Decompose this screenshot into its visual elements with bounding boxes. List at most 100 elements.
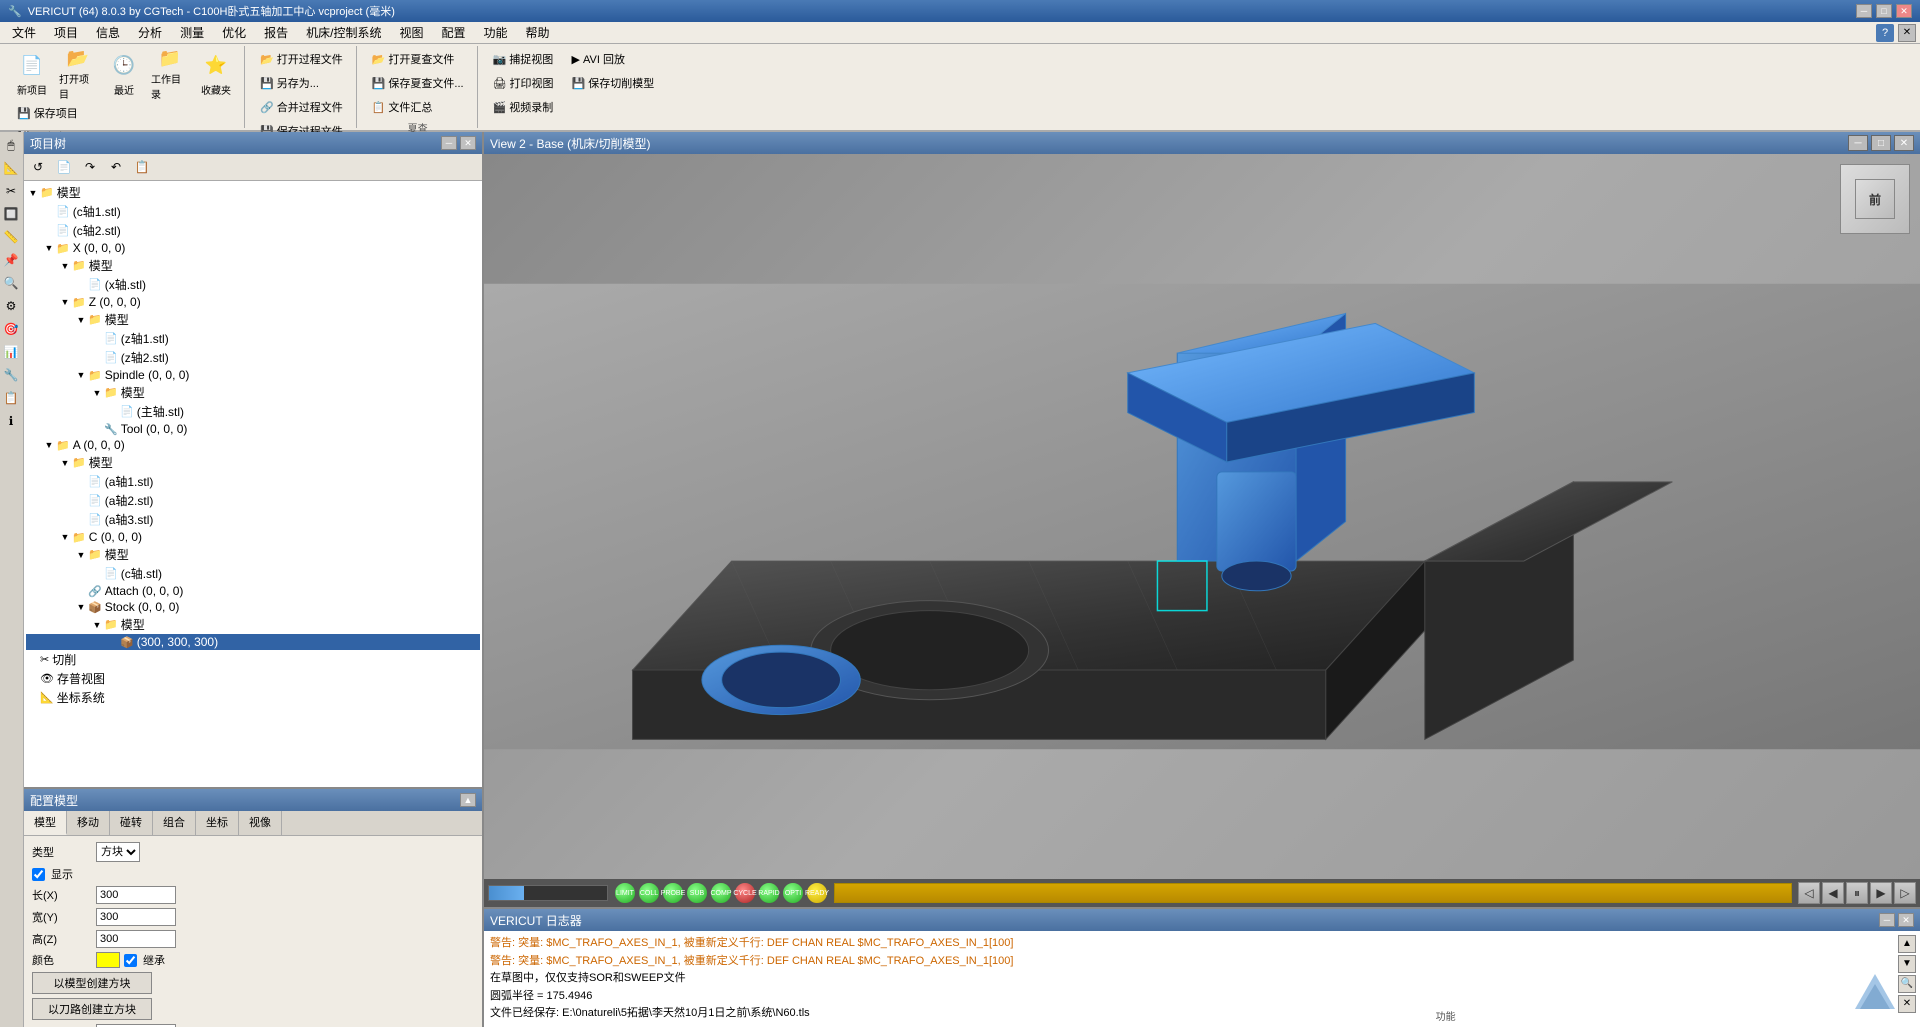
menu-config[interactable]: 配置: [433, 22, 473, 43]
save-cut-model-button[interactable]: 💾 保存切削模型: [565, 72, 662, 94]
viewport-maximize[interactable]: □: [1871, 135, 1891, 151]
tree-btn-4[interactable]: ↶: [104, 156, 128, 178]
viewport-controls[interactable]: ─ □ ✕: [1848, 135, 1914, 151]
window-controls[interactable]: ─ □ ✕: [1856, 4, 1912, 18]
simulation-progress[interactable]: [834, 883, 1792, 903]
pause-button[interactable]: ⏸: [1846, 882, 1868, 904]
close-help-icon[interactable]: ✕: [1898, 24, 1916, 42]
tab-model[interactable]: 模型: [24, 811, 67, 835]
tree-item[interactable]: ▼📁模型: [26, 453, 480, 472]
tree-item[interactable]: ▼📁模型: [26, 183, 480, 202]
sidebar-tool-3[interactable]: ✂: [0, 180, 22, 202]
maximize-button[interactable]: □: [1876, 4, 1892, 18]
tree-item[interactable]: ▼📁模型: [26, 383, 480, 402]
viewport-canvas[interactable]: 前: [484, 154, 1920, 879]
sidebar-tool-13[interactable]: ℹ: [0, 410, 22, 432]
cycle-indicator[interactable]: CYCLE: [734, 882, 756, 904]
tree-item[interactable]: ▼📦Stock (0, 0, 0): [26, 599, 480, 615]
tree-btn-2[interactable]: 📄: [52, 156, 76, 178]
color-swatch[interactable]: [96, 952, 120, 968]
tree-item[interactable]: ▼📁模型: [26, 256, 480, 275]
open-project-button[interactable]: 📂 打开项目: [56, 48, 100, 100]
menu-function[interactable]: 功能: [475, 22, 515, 43]
tab-display[interactable]: 视像: [239, 811, 282, 835]
log-scroll-up[interactable]: ▲: [1898, 935, 1916, 953]
play-button[interactable]: ▶: [1870, 882, 1892, 904]
log-clear[interactable]: ✕: [1898, 995, 1916, 1013]
create-from-toolpath-button[interactable]: 以刀路创建立方块: [32, 998, 152, 1020]
go-end-button[interactable]: ▷: [1894, 882, 1916, 904]
capture-view-button[interactable]: 📷 捕捉视图: [486, 48, 561, 70]
open-process-button[interactable]: 📂 打开过程文件: [253, 48, 350, 70]
menu-project[interactable]: 项目: [46, 22, 86, 43]
rapid-indicator[interactable]: RAPID: [758, 882, 780, 904]
tree-item[interactable]: 📦(300, 300, 300): [26, 634, 480, 650]
tree-item[interactable]: ▼📁模型: [26, 615, 480, 634]
type-select[interactable]: 方块: [96, 842, 140, 862]
tree-item[interactable]: ▼📁A (0, 0, 0): [26, 437, 480, 453]
merge-process-button[interactable]: 🔗 合并过程文件: [253, 96, 350, 118]
tree-item[interactable]: 📄(z轴2.stl): [26, 348, 480, 367]
tree-item[interactable]: 📄(a轴2.stl): [26, 491, 480, 510]
ready-indicator[interactable]: READY: [806, 882, 828, 904]
coll-indicator[interactable]: COLL: [638, 882, 660, 904]
sub-indicator[interactable]: SUB: [686, 882, 708, 904]
menu-report[interactable]: 报告: [256, 22, 296, 43]
tree-item[interactable]: ▼📁X (0, 0, 0): [26, 240, 480, 256]
tree-item[interactable]: 📄(c轴1.stl): [26, 202, 480, 221]
tab-combine[interactable]: 组合: [153, 811, 196, 835]
tree-item[interactable]: ▼📁模型: [26, 545, 480, 564]
save-project-button[interactable]: 💾 保存项目: [10, 102, 85, 124]
recent-button[interactable]: 🕒 最近: [102, 48, 146, 100]
menu-machine[interactable]: 机床/控制系统: [298, 22, 389, 43]
viewport-minimize[interactable]: ─: [1848, 135, 1868, 151]
minimize-button[interactable]: ─: [1856, 4, 1872, 18]
sidebar-tool-12[interactable]: 📋: [0, 387, 22, 409]
sidebar-tool-7[interactable]: 🔍: [0, 272, 22, 294]
tree-item[interactable]: 📄(z轴1.stl): [26, 329, 480, 348]
tree-item[interactable]: 📄(a轴1.stl): [26, 472, 480, 491]
tree-item[interactable]: 📄(c轴2.stl): [26, 221, 480, 240]
sidebar-tool-9[interactable]: 🎯: [0, 318, 22, 340]
menu-file[interactable]: 文件: [4, 22, 44, 43]
tree-btn-3[interactable]: ↷: [78, 156, 102, 178]
create-from-model-button[interactable]: 以模型创建方块: [32, 972, 152, 994]
favorites-button[interactable]: ⭐ 收藏夹: [194, 48, 238, 100]
sidebar-tool-2[interactable]: 📐: [0, 157, 22, 179]
tree-item[interactable]: ▼📁Z (0, 0, 0): [26, 294, 480, 310]
sidebar-tool-11[interactable]: 🔧: [0, 364, 22, 386]
menu-view[interactable]: 视图: [391, 22, 431, 43]
limit-indicator[interactable]: LIMIT: [614, 882, 636, 904]
sidebar-tool-8[interactable]: ⚙: [0, 295, 22, 317]
opti-indicator[interactable]: OPTI: [782, 882, 804, 904]
sidebar-tool-6[interactable]: 📌: [0, 249, 22, 271]
menu-analysis[interactable]: 分析: [130, 22, 170, 43]
viewport-close[interactable]: ✕: [1894, 135, 1914, 151]
show-checkbox[interactable]: [32, 868, 45, 881]
tab-coords[interactable]: 坐标: [196, 811, 239, 835]
print-view-button[interactable]: 🖨 打印视图: [486, 72, 561, 94]
log-close[interactable]: ✕: [1898, 913, 1914, 927]
menu-info[interactable]: 信息: [88, 22, 128, 43]
go-start-button[interactable]: ◁: [1798, 882, 1820, 904]
navigation-cube[interactable]: 前: [1840, 164, 1910, 234]
panel-minimize[interactable]: ─: [441, 136, 457, 150]
tab-move[interactable]: 移动: [67, 811, 110, 835]
probe-indicator[interactable]: PROBE: [662, 882, 684, 904]
menu-help[interactable]: 帮助: [518, 22, 558, 43]
width-input[interactable]: [96, 908, 176, 926]
tree-item[interactable]: 📄(主轴.stl): [26, 402, 480, 421]
tree-item[interactable]: ▼📁Spindle (0, 0, 0): [26, 367, 480, 383]
log-filter[interactable]: 🔍: [1898, 975, 1916, 993]
length-input[interactable]: [96, 886, 176, 904]
tree-item[interactable]: 👁存普视图: [26, 669, 480, 688]
sidebar-tool-1[interactable]: 🖱: [0, 134, 22, 156]
sidebar-tool-4[interactable]: 🔲: [0, 203, 22, 225]
new-project-button[interactable]: 📄 新项目: [10, 48, 54, 100]
sidebar-tool-10[interactable]: 📊: [0, 341, 22, 363]
tree-btn-1[interactable]: ↺: [26, 156, 50, 178]
tree-item[interactable]: 📄(a轴3.stl): [26, 510, 480, 529]
help-icon[interactable]: ?: [1876, 24, 1894, 42]
prev-button[interactable]: ◀: [1822, 882, 1844, 904]
config-minimize[interactable]: ▲: [460, 793, 476, 807]
